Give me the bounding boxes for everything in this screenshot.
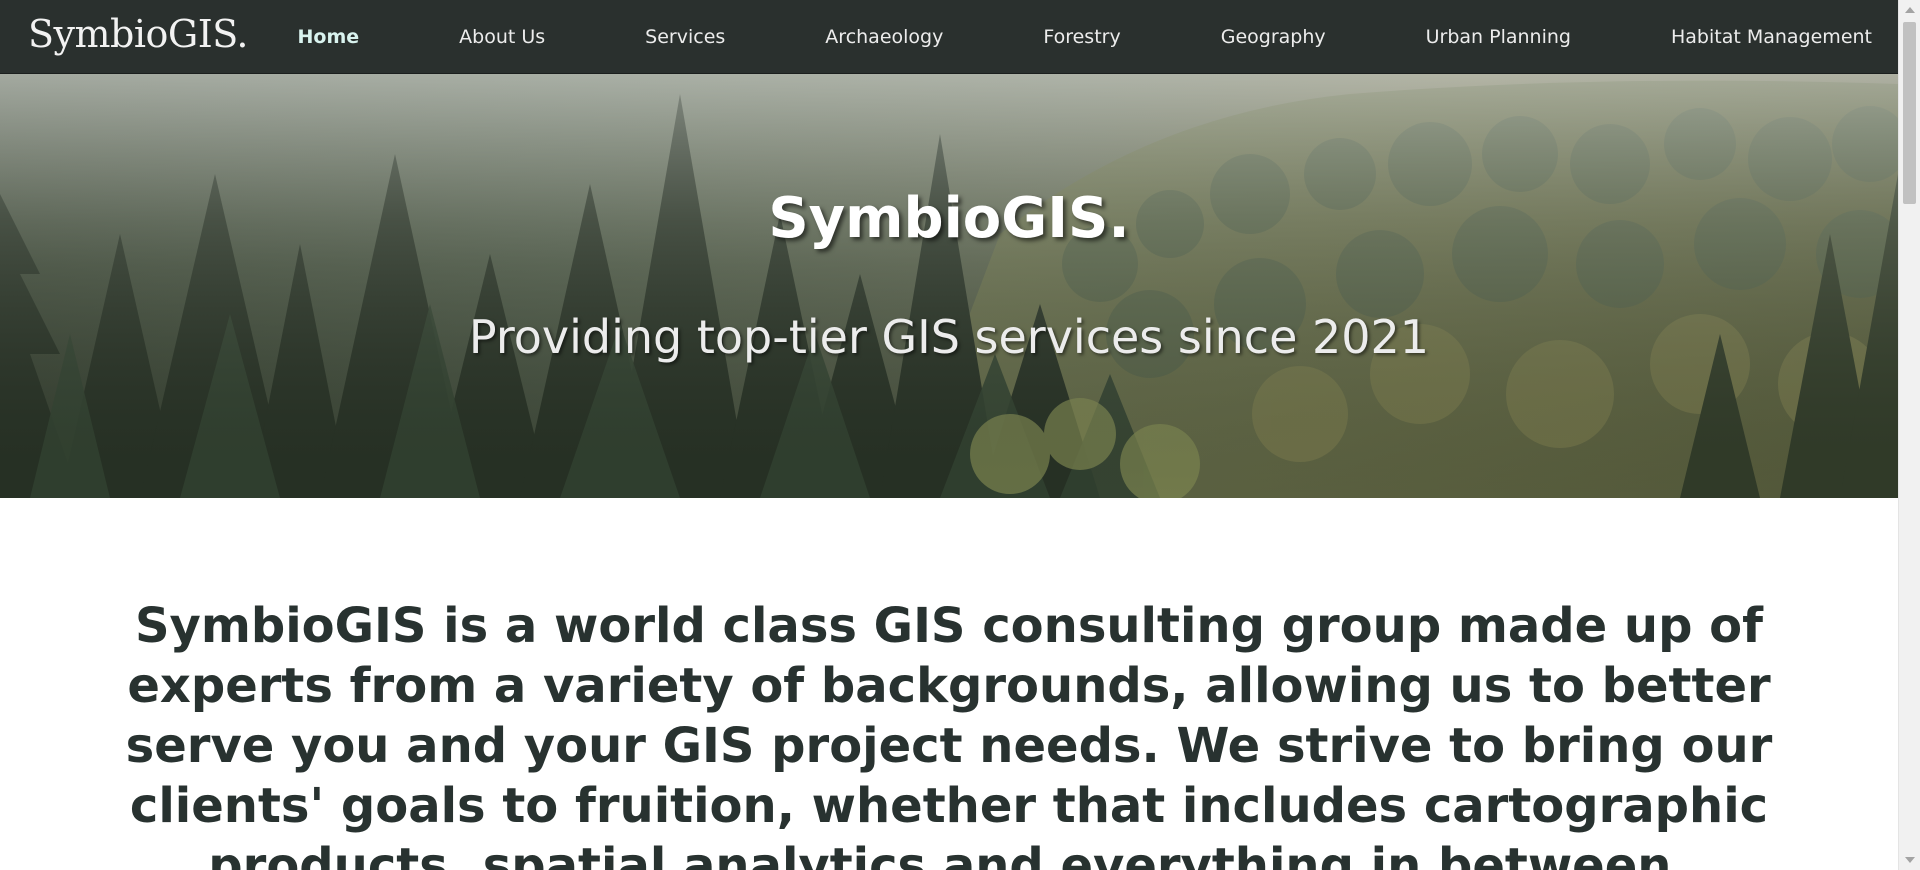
hero-banner: SymbioGIS. Providing top-tier GIS servic… bbox=[0, 74, 1898, 498]
nav-home[interactable]: Home bbox=[298, 26, 360, 48]
nav-links: Home About Us Services Archaeology Fores… bbox=[298, 0, 1873, 74]
scrollbar-thumb[interactable] bbox=[1903, 22, 1916, 204]
brand-logo[interactable]: SymbioGIS. bbox=[28, 12, 249, 56]
nav-services[interactable]: Services bbox=[645, 26, 725, 48]
top-navbar: SymbioGIS. Home About Us Services Archae… bbox=[0, 0, 1898, 74]
vertical-scrollbar[interactable] bbox=[1898, 0, 1920, 870]
nav-habitat-management[interactable]: Habitat Management bbox=[1671, 26, 1872, 48]
hero-subtitle: Providing top-tier GIS services since 20… bbox=[468, 310, 1430, 364]
nav-forestry[interactable]: Forestry bbox=[1043, 26, 1120, 48]
scroll-up-icon[interactable] bbox=[1905, 7, 1915, 13]
nav-urban-planning[interactable]: Urban Planning bbox=[1426, 26, 1571, 48]
intro-text: SymbioGIS is a world class GIS consultin… bbox=[125, 598, 1773, 870]
nav-geography[interactable]: Geography bbox=[1221, 26, 1326, 48]
hero-title: SymbioGIS. bbox=[768, 186, 1130, 251]
nav-about-us[interactable]: About Us bbox=[459, 26, 545, 48]
forest-background-image bbox=[0, 74, 1898, 498]
page: SymbioGIS. Home About Us Services Archae… bbox=[0, 0, 1898, 870]
nav-archaeology[interactable]: Archaeology bbox=[825, 26, 943, 48]
scroll-down-icon[interactable] bbox=[1905, 857, 1915, 863]
